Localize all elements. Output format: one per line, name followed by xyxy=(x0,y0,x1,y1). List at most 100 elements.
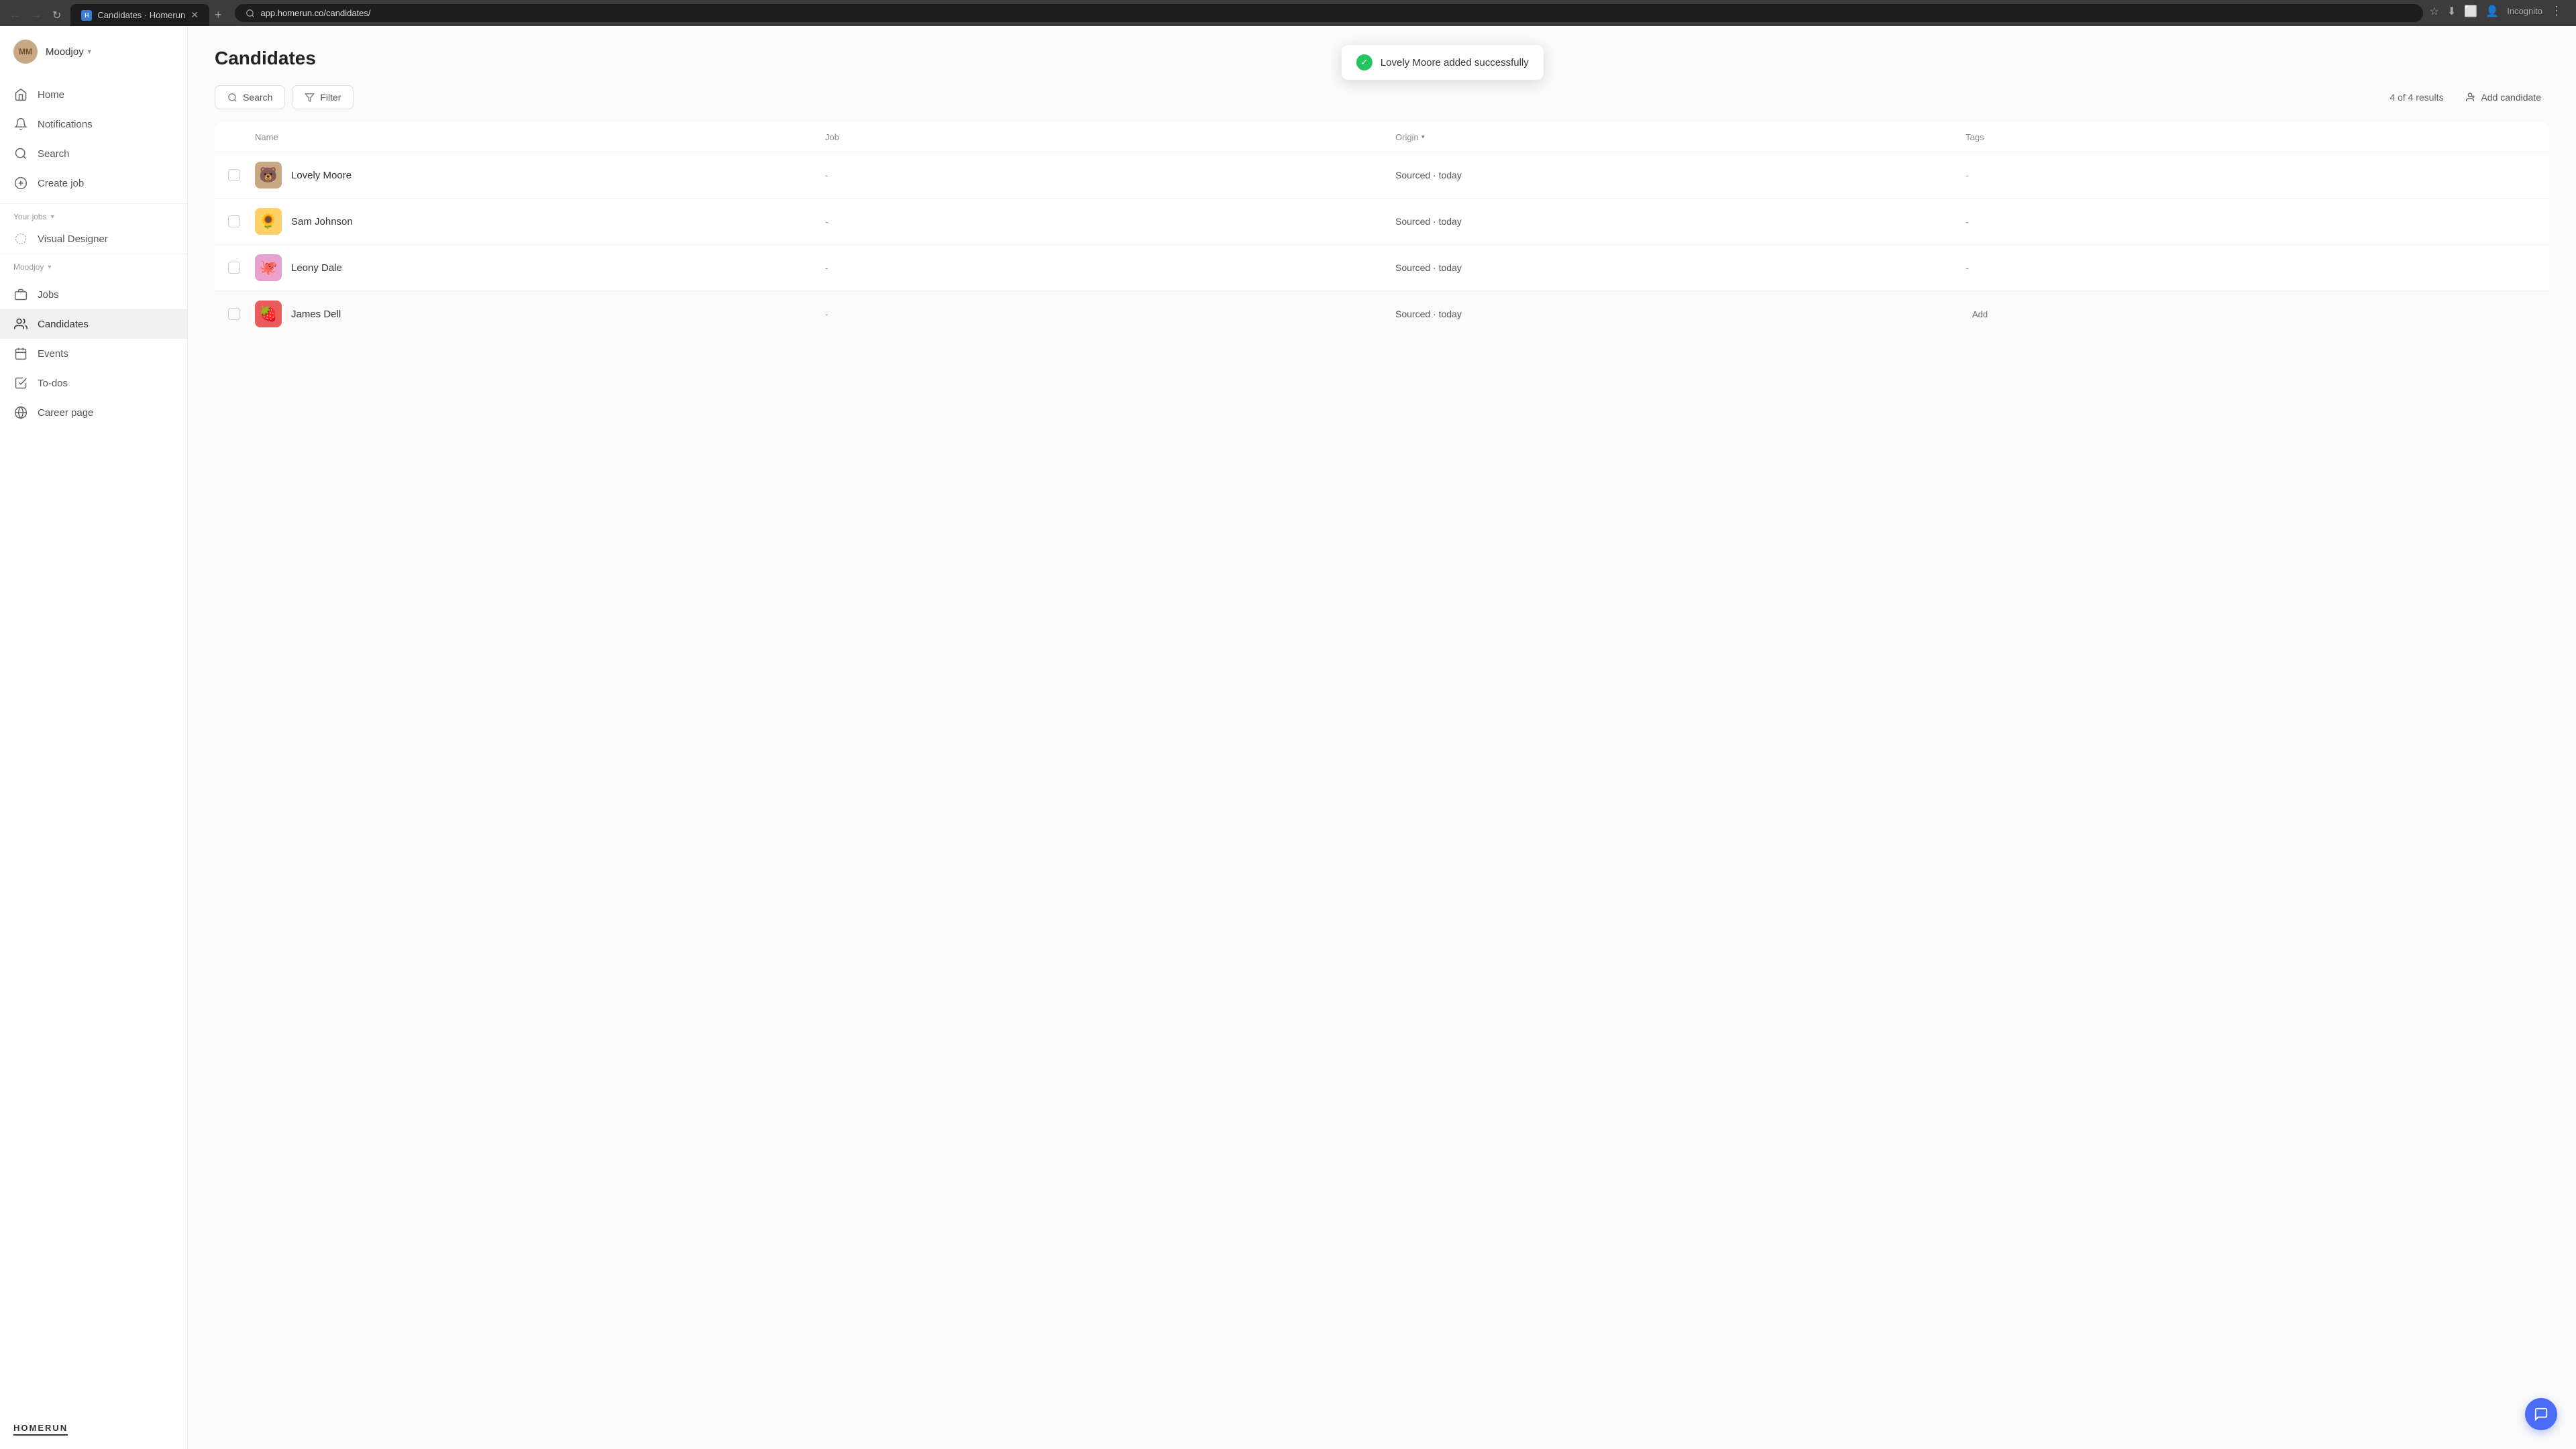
table-header: Name Job Origin ▾ Tags xyxy=(215,123,2549,152)
chevron-down-icon: ▾ xyxy=(48,264,51,271)
nav-back[interactable]: ← xyxy=(5,7,24,24)
row-checkbox[interactable] xyxy=(228,308,240,320)
sidebar-item-career-page-label: Career page xyxy=(38,407,93,419)
candidate-job: - xyxy=(825,170,1395,180)
user-avatar: MM xyxy=(13,40,38,64)
homerun-logo: HOMERUN xyxy=(0,1411,187,1449)
sidebar-item-notifications[interactable]: Notifications xyxy=(0,109,187,139)
sidebar-item-todos-label: To-dos xyxy=(38,378,68,389)
sidebar-item-jobs-label: Jobs xyxy=(38,289,59,301)
sidebar-item-events-label: Events xyxy=(38,348,68,360)
briefcase-icon xyxy=(13,287,28,302)
sidebar-item-candidates[interactable]: Candidates xyxy=(0,309,187,339)
sidebar-item-events[interactable]: Events xyxy=(0,339,187,368)
candidate-origin: Sourced · today xyxy=(1395,216,1966,227)
sidebar-item-career-page[interactable]: Career page xyxy=(0,398,187,427)
globe-icon xyxy=(13,405,28,420)
table-row[interactable]: 🍓 James Dell - Sourced · today Add xyxy=(215,291,2549,337)
browser-tab-candidates[interactable]: H Candidates · Homerun ✕ xyxy=(70,4,209,26)
address-bar[interactable]: app.homerun.co/candidates/ xyxy=(235,4,2422,22)
candidate-avatar: 🌻 xyxy=(255,208,282,235)
ring-icon xyxy=(13,231,28,246)
candidate-name-cell: 🌻 Sam Johnson xyxy=(255,208,825,235)
sidebar-bottom-nav: Jobs Candidates Events To-dos xyxy=(0,274,187,433)
add-candidate-button[interactable]: Add candidate xyxy=(2457,87,2549,108)
search-label: Search xyxy=(243,92,272,103)
sidebar: MM Moodjoy ▾ Home Notifications xyxy=(0,26,188,1449)
sidebar-item-search-label: Search xyxy=(38,148,70,160)
sidebar-item-home-label: Home xyxy=(38,89,64,101)
moodjoy-section[interactable]: Moodjoy ▾ xyxy=(0,254,187,274)
tab-title: Candidates · Homerun xyxy=(97,10,185,20)
row-checkbox[interactable] xyxy=(228,169,240,181)
candidate-name: Lovely Moore xyxy=(291,170,352,181)
add-candidate-label: Add candidate xyxy=(2481,92,2541,103)
candidate-name-cell: 🐻 Lovely Moore xyxy=(255,162,825,189)
search-button[interactable]: Search xyxy=(215,85,285,109)
sidebar-item-todos[interactable]: To-dos xyxy=(0,368,187,398)
sidebar-header: MM Moodjoy ▾ xyxy=(0,26,187,74)
chevron-down-icon: ▾ xyxy=(51,213,54,221)
sidebar-item-create-job-label: Create job xyxy=(38,178,84,189)
nav-refresh[interactable]: ↻ xyxy=(48,6,65,25)
col-header-name: Name xyxy=(255,132,825,142)
table-row[interactable]: 🐻 Lovely Moore - Sourced · today - xyxy=(215,152,2549,199)
chat-button[interactable] xyxy=(2525,1398,2557,1430)
candidate-origin: Sourced · today xyxy=(1395,170,1966,180)
bell-icon xyxy=(13,117,28,131)
cast-icon[interactable]: ⬜ xyxy=(2464,5,2477,18)
candidates-table: Name Job Origin ▾ Tags 🐻 Lovely Moore - xyxy=(215,123,2549,337)
candidate-origin: Sourced · today xyxy=(1395,309,1966,319)
candidate-origin: Sourced · today xyxy=(1395,262,1966,273)
incognito-label: Incognito xyxy=(2507,6,2542,16)
users-icon xyxy=(13,317,28,331)
download-icon[interactable]: ⬇ xyxy=(2447,5,2456,18)
table-row[interactable]: 🌻 Sam Johnson - Sourced · today - xyxy=(215,199,2549,245)
col-header-origin[interactable]: Origin ▾ xyxy=(1395,132,1966,142)
candidate-job: - xyxy=(825,309,1395,319)
candidate-name-cell: 🐙 Leony Dale xyxy=(255,254,825,281)
row-checkbox[interactable] xyxy=(228,262,240,274)
candidate-job: - xyxy=(825,216,1395,227)
home-icon xyxy=(13,87,28,102)
sidebar-item-search[interactable]: Search xyxy=(0,139,187,168)
candidate-tags: - xyxy=(1966,216,2536,227)
candidate-job: - xyxy=(825,262,1395,273)
check-square-icon xyxy=(13,376,28,390)
add-tag-button[interactable]: Add xyxy=(1966,307,2536,322)
toolbar-left: Search Filter xyxy=(215,85,354,109)
user-name-dropdown[interactable]: Moodjoy ▾ xyxy=(46,46,91,58)
sidebar-item-jobs[interactable]: Jobs xyxy=(0,280,187,309)
candidate-tags: - xyxy=(1966,170,2536,180)
candidate-name: Leony Dale xyxy=(291,262,342,274)
candidate-avatar: 🐻 xyxy=(255,162,282,189)
filter-button[interactable]: Filter xyxy=(292,85,354,109)
candidate-tags: - xyxy=(1966,262,2536,273)
sidebar-top-nav: Home Notifications Search Create job xyxy=(0,74,187,203)
calendar-icon xyxy=(13,346,28,361)
browser-tab-bar: ← → ↻ H Candidates · Homerun ✕ + app.hom… xyxy=(0,0,2576,26)
nav-forward[interactable]: → xyxy=(27,7,46,24)
main-content: Candidates ✓ Lovely Moore added successf… xyxy=(188,26,2576,1449)
url-text: app.homerun.co/candidates/ xyxy=(260,8,370,18)
table-row[interactable]: 🐙 Leony Dale - Sourced · today - xyxy=(215,245,2549,291)
bookmark-icon[interactable]: ☆ xyxy=(2430,5,2439,18)
col-header-job: Job xyxy=(825,132,1395,142)
candidate-name: Sam Johnson xyxy=(291,216,353,227)
col-header-tags: Tags xyxy=(1966,132,2536,142)
your-jobs-section[interactable]: Your jobs ▾ xyxy=(0,204,187,224)
candidate-name-cell: 🍓 James Dell xyxy=(255,301,825,327)
results-count: 4 of 4 results xyxy=(2390,92,2443,103)
chevron-down-icon: ▾ xyxy=(88,48,91,56)
candidate-avatar: 🍓 xyxy=(255,301,282,327)
success-message: Lovely Moore added successfully xyxy=(1381,57,1529,68)
profile-icon[interactable]: 👤 xyxy=(2485,5,2499,18)
sidebar-item-visual-designer[interactable]: Visual Designer xyxy=(0,224,187,254)
sidebar-item-create-job[interactable]: Create job xyxy=(0,168,187,198)
menu-icon[interactable]: ⋮ xyxy=(2551,4,2563,18)
sidebar-item-home[interactable]: Home xyxy=(0,80,187,109)
tab-close-button[interactable]: ✕ xyxy=(191,9,199,21)
new-tab-button[interactable]: + xyxy=(209,5,227,25)
sidebar-item-visual-designer-label: Visual Designer xyxy=(38,233,108,245)
row-checkbox[interactable] xyxy=(228,215,240,227)
